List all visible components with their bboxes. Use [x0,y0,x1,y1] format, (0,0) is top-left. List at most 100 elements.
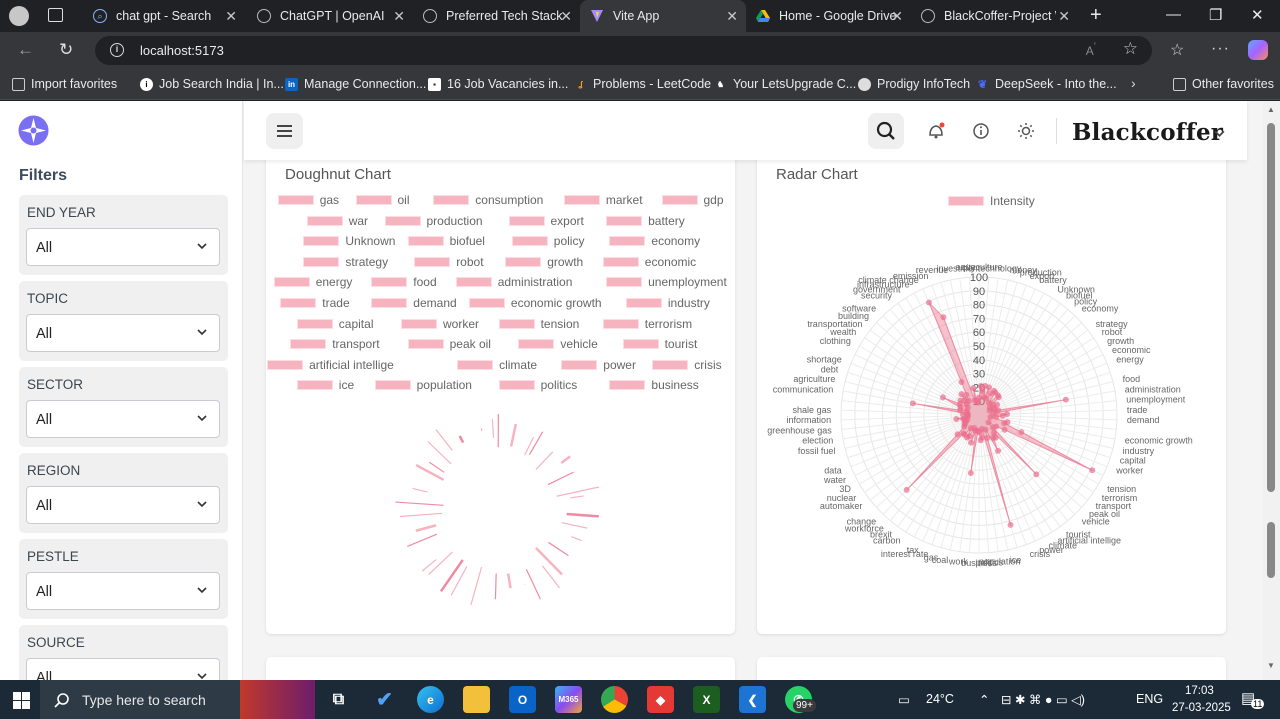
radar-point[interactable] [984,434,991,441]
doughnut-slice-edge[interactable] [547,471,574,486]
favorite-letsupgrade[interactable]: ♞ Your LetsUpgrade C... [714,77,856,91]
doughnut-slice-edge[interactable] [491,419,495,438]
doughnut-slice-edge[interactable] [480,428,483,431]
doughnut-slice-edge[interactable] [525,569,541,600]
favorite-job-vacancies[interactable]: ▪ 16 Job Vacancies in... [428,77,568,91]
radar-point[interactable] [970,385,977,392]
scrollbar-thumb[interactable] [1267,522,1275,578]
doughnut-slice-edge[interactable] [429,461,445,473]
doughnut-slice-edge[interactable] [458,435,465,444]
radar-point[interactable] [985,419,992,426]
doughnut-slice-edge[interactable] [571,536,582,542]
favorite-linkedin[interactable]: in Manage Connection... [285,77,426,91]
tab-vite-app[interactable]: Vite App ✕ [580,0,746,32]
new-tab-button[interactable]: + [1090,4,1102,27]
doughnut-slice-edge[interactable] [524,436,535,456]
restore-icon[interactable]: ❐ [1209,6,1222,24]
doughnut-slice-edge[interactable] [566,512,599,518]
scroll-down-icon[interactable]: ▼ [1267,661,1275,670]
windows-start-icon[interactable] [13,692,30,709]
radar-point[interactable] [968,439,975,446]
close-tab-icon[interactable]: ✕ [560,8,572,25]
doughnut-slice-edge[interactable] [494,573,497,600]
vscode-icon[interactable]: ❮ [739,686,766,713]
file-explorer-icon[interactable] [463,686,490,713]
radar-point[interactable] [967,425,974,432]
radar-point[interactable] [960,430,967,437]
favorite-import[interactable]: Import favorites [12,77,117,91]
radar-point[interactable] [975,399,982,406]
radar-point[interactable] [995,447,1002,454]
tab-chatgpt[interactable]: ChatGPT | OpenAI ✕ [247,0,413,32]
search-button[interactable] [868,113,904,149]
doughnut-slice-edge[interactable] [509,423,518,447]
radar-point[interactable] [993,413,1000,420]
sector-select[interactable]: All [26,400,220,438]
radar-point[interactable] [995,394,1002,401]
radar-point[interactable] [967,469,974,476]
favorite-prodigy[interactable]: Prodigy InfoTech [858,77,970,91]
doughnut-slice-edge[interactable] [561,522,588,529]
close-tab-icon[interactable]: ✕ [1058,8,1070,25]
doughnut-slice-edge[interactable] [535,451,554,470]
region-select[interactable]: All [26,486,220,524]
more-menu-icon[interactable]: ··· [1211,40,1230,58]
radar-point[interactable] [940,314,947,321]
doughnut-slice-edge[interactable] [439,559,464,593]
favorite-other[interactable]: Other favorites [1173,77,1274,91]
radar-point[interactable] [925,299,932,306]
doughnut-slice-edge[interactable] [470,566,483,606]
radar-point[interactable] [977,437,984,444]
close-tab-icon[interactable]: ✕ [891,8,903,25]
outlook-icon[interactable]: O [509,686,536,713]
language-indicator[interactable]: ENG [1136,692,1163,706]
page-scrollbar[interactable]: ▲ ▼ [1263,101,1280,680]
tab-google-drive[interactable]: Home - Google Drive ✕ [746,0,911,32]
chevron-up-icon[interactable]: ⌃ [979,692,989,707]
copilot-icon[interactable] [1248,40,1268,60]
edge-browser-icon[interactable]: e [417,686,444,713]
favorites-icon[interactable]: ☆ [1170,40,1184,60]
read-aloud-icon[interactable]: Aʼ [1086,42,1096,58]
clock-date[interactable]: 27-03-2025 [1172,702,1231,714]
radar-point[interactable] [990,434,997,441]
taskbar-search-box[interactable]: Type here to search [40,680,240,719]
doughnut-slice-edge[interactable] [415,463,445,481]
doughnut-slice-edge[interactable] [570,495,584,499]
doughnut-slice-edge[interactable] [535,546,563,576]
doughnut-slice-edge[interactable] [395,501,444,506]
radar-point[interactable] [990,424,997,431]
scrollbar-thumb[interactable] [1267,123,1275,492]
radar-point[interactable] [958,379,965,386]
weather-temperature[interactable]: 24°C [926,692,954,706]
chrome-icon[interactable] [601,686,628,713]
info-button[interactable] [963,113,999,149]
doughnut-slice-edge[interactable] [528,431,544,455]
url-text[interactable]: localhost:5173 [140,43,224,58]
radar-point[interactable] [1001,426,1008,433]
task-view-icon[interactable]: ⧉ [325,686,352,713]
doughnut-slice-edge[interactable] [506,573,512,589]
chevron-right-icon[interactable]: › [1131,75,1136,91]
clock-time[interactable]: 17:03 [1185,685,1214,697]
radar-point[interactable] [986,384,993,391]
favorite-star-icon[interactable]: ☆ [1123,39,1138,59]
anydesk-icon[interactable]: ◆ [647,686,674,713]
radar-point[interactable] [965,397,972,404]
address-bar[interactable]: i localhost:5173 Aʼ ☆ [95,36,1152,65]
excel-icon[interactable]: X [693,686,720,713]
theme-toggle-button[interactable] [1008,113,1044,149]
chevron-down-icon[interactable] [1214,128,1225,139]
doughnut-slice-edge[interactable] [556,486,600,497]
pestle-select[interactable]: All [26,572,220,610]
close-tab-icon[interactable]: ✕ [726,8,738,25]
source-select[interactable]: All [26,658,220,680]
tab-actions-icon[interactable] [48,8,63,22]
site-info-icon[interactable]: i [110,43,124,57]
radar-point[interactable] [953,415,960,422]
end-year-select[interactable]: All [26,228,220,266]
radar-point[interactable] [987,414,994,421]
favorite-leetcode[interactable]: ʆ Problems - LeetCode [574,77,711,91]
radar-point[interactable] [909,400,916,407]
doughnut-slice-edge[interactable] [450,566,468,596]
